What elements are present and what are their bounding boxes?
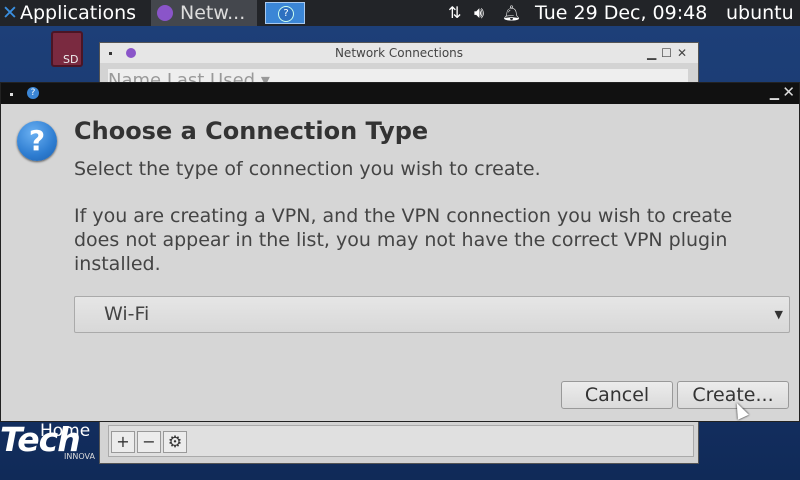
dialog-subtext: Select the type of connection you wish t… xyxy=(74,158,541,180)
window-menu-icon[interactable] xyxy=(10,93,13,96)
taskbar-dialog[interactable]: ? xyxy=(265,2,305,24)
add-connection-button[interactable]: + xyxy=(111,431,135,453)
question-icon: ? xyxy=(278,6,294,22)
cancel-button[interactable]: Cancel xyxy=(561,381,673,409)
network-app-icon xyxy=(126,48,136,58)
remove-connection-button[interactable]: − xyxy=(137,431,161,453)
wallpaper-logo-subtitle: INNOVA xyxy=(64,452,95,461)
taskbar-item-label: Netw... xyxy=(180,2,246,24)
selected-connection-type: Wi-Fi xyxy=(104,303,150,325)
connections-toolbar: + − ⚙ xyxy=(108,425,694,457)
window-title: Network Connections xyxy=(334,46,464,60)
volume-icon[interactable]: 🔊︎ xyxy=(474,0,484,26)
home-folder-label[interactable]: Home xyxy=(40,421,90,441)
network-updown-icon[interactable]: ⇅ xyxy=(448,0,461,26)
chevron-down-icon: ▼ xyxy=(774,308,783,321)
dialog-heading: Choose a Connection Type xyxy=(74,117,429,145)
user-menu[interactable]: ubuntu xyxy=(726,0,794,26)
window-menu-icon[interactable] xyxy=(109,52,112,55)
connection-type-dropdown[interactable]: Wi-Fi ▼ xyxy=(74,296,790,333)
taskbar-network-connections[interactable]: Netw... xyxy=(151,0,257,26)
network-app-icon xyxy=(157,5,173,21)
vpn-note: If you are creating a VPN, and the VPN c… xyxy=(74,205,733,275)
choose-connection-type-dialog: ? ▁ ✕ ? Choose a Connection Type Select … xyxy=(0,82,800,422)
top-panel: ✕ Applications Netw... ? ⇅ 🔊︎ 🔔︎ Tue 29 … xyxy=(0,0,800,26)
window-titlebar[interactable]: Network Connections ▁☐✕ xyxy=(100,43,698,63)
dialog-titlebar[interactable]: ? ▁ ✕ xyxy=(1,83,799,104)
settings-gear-icon[interactable]: ⚙ xyxy=(163,431,187,453)
question-icon: ? xyxy=(27,87,39,99)
minimize-icon[interactable]: ▁ xyxy=(770,86,779,100)
notification-bell-icon[interactable]: 🔔︎ xyxy=(502,0,521,26)
connections-list-header: Name Last Used ▾ xyxy=(108,69,688,83)
close-icon[interactable]: ✕ xyxy=(782,83,795,101)
xfce-menu-icon[interactable]: ✕ xyxy=(2,0,18,26)
clock[interactable]: Tue 29 Dec, 09:48 xyxy=(535,0,707,26)
window-controls[interactable]: ▁☐✕ xyxy=(647,43,692,63)
sd-card-label: SD xyxy=(63,53,79,66)
applications-menu[interactable]: Applications xyxy=(20,0,136,26)
question-icon: ? xyxy=(17,121,57,161)
